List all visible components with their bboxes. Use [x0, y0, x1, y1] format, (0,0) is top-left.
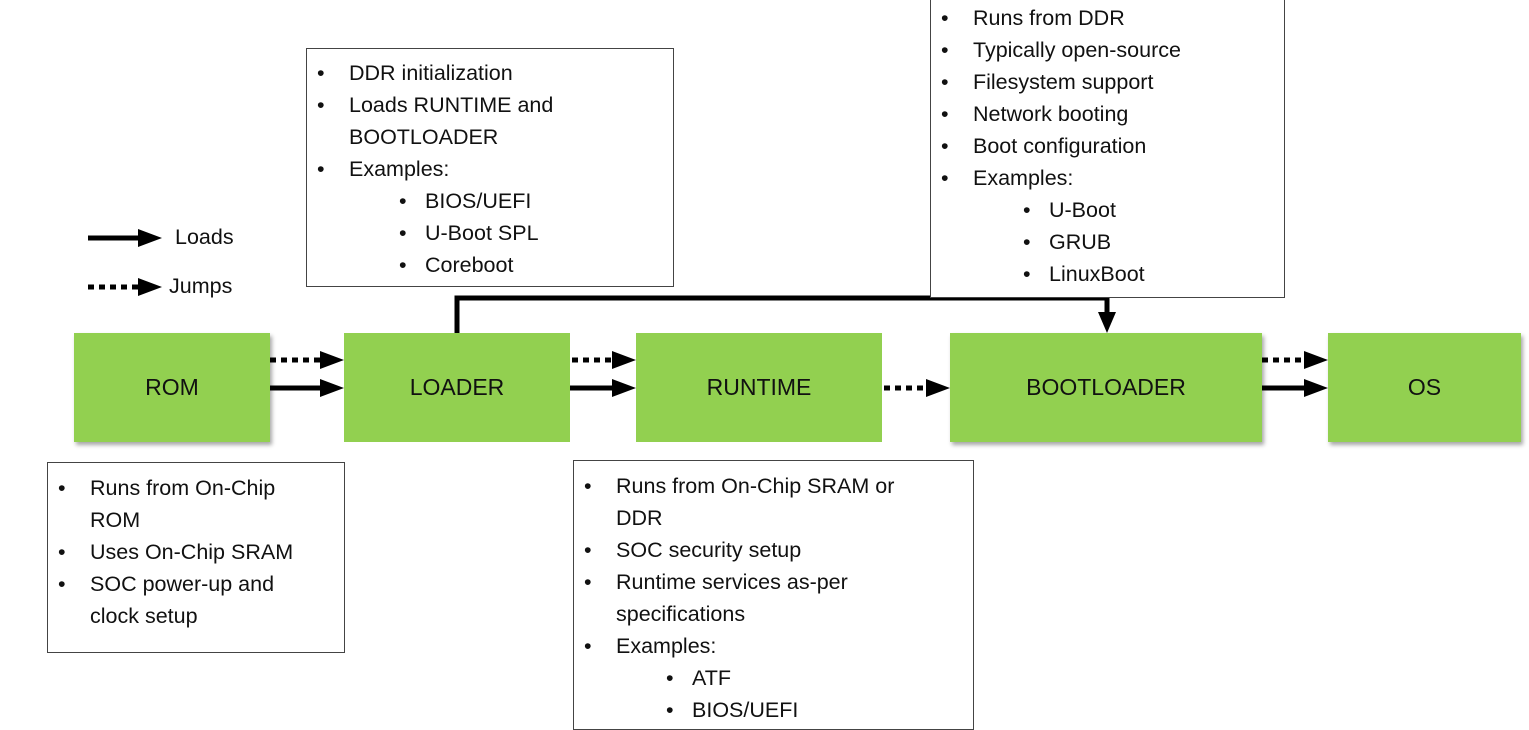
stage-loader-label: LOADER	[409, 374, 505, 400]
note-bootloader: Runs from DDR Typically open-source File…	[930, 0, 1285, 298]
note-rom-item: Uses On-Chip SRAM	[48, 536, 344, 568]
note-loader-example: U-Boot SPL	[307, 217, 673, 249]
note-bootloader-example: GRUB	[931, 226, 1284, 258]
note-runtime-item: SOC security setup	[574, 534, 973, 566]
boot-flow-diagram: Loads Jumps ROM LOADER RUNTIME BOOTLOADE…	[0, 0, 1529, 730]
note-loader-item: Examples:	[307, 153, 673, 185]
arrow-loader-runtime-jumps	[572, 351, 636, 369]
note-bootloader-item: Examples:	[931, 162, 1284, 194]
arrow-bootloader-os-jumps	[1262, 351, 1328, 369]
note-runtime: Runs from On-Chip SRAM or DDR SOC securi…	[573, 460, 974, 730]
note-bootloader-example: U-Boot	[931, 194, 1284, 226]
note-loader-example: Coreboot	[307, 249, 673, 281]
note-rom: Runs from On-Chip ROM Uses On-Chip SRAM …	[47, 462, 345, 653]
arrow-loader-runtime-loads	[570, 379, 636, 397]
stage-runtime-label: RUNTIME	[706, 374, 812, 400]
stage-rom-label: ROM	[145, 374, 199, 400]
note-rom-item: SOC power-up and clock setup	[48, 568, 344, 632]
stage-bootloader: BOOTLOADER	[950, 333, 1262, 442]
note-bootloader-item: Runs from DDR	[931, 2, 1284, 34]
arrow-rom-loader-jumps	[270, 351, 344, 369]
arrow-loader-bootloader-loads	[454, 295, 1116, 333]
note-bootloader-item: Network booting	[931, 98, 1284, 130]
note-bootloader-item: Filesystem support	[931, 66, 1284, 98]
arrow-rom-loader-loads	[270, 379, 344, 397]
stage-runtime: RUNTIME	[636, 333, 882, 442]
stage-bootloader-label: BOOTLOADER	[1026, 374, 1186, 400]
stage-loader: LOADER	[344, 333, 570, 442]
note-bootloader-example: LinuxBoot	[931, 258, 1284, 290]
note-bootloader-item: Boot configuration	[931, 130, 1284, 162]
stage-os-label: OS	[1407, 374, 1442, 400]
note-loader: DDR initialization Loads RUNTIME and BOO…	[306, 48, 674, 287]
legend-loads-label: Loads	[175, 225, 234, 249]
note-loader-example: BIOS/UEFI	[307, 185, 673, 217]
legend-loads-arrow	[88, 229, 162, 247]
note-runtime-item: Runtime services as-per specifications	[574, 566, 973, 630]
note-runtime-example: ATF	[574, 662, 973, 694]
stage-os: OS	[1328, 333, 1521, 442]
note-bootloader-item: Typically open-source	[931, 34, 1284, 66]
legend-jumps-label: Jumps	[169, 274, 233, 298]
note-runtime-example: BIOS/UEFI	[574, 694, 973, 726]
note-loader-item: DDR initialization	[307, 57, 673, 89]
arrow-bootloader-os-loads	[1262, 379, 1328, 397]
note-loader-item: Loads RUNTIME and BOOTLOADER	[307, 89, 673, 153]
legend-jumps-arrow	[88, 278, 162, 296]
arrow-runtime-bootloader-jumps	[884, 379, 950, 397]
stage-rom: ROM	[74, 333, 270, 442]
note-runtime-item: Examples:	[574, 630, 973, 662]
note-runtime-item: Runs from On-Chip SRAM or DDR	[574, 470, 973, 534]
note-rom-item: Runs from On-Chip ROM	[48, 472, 344, 536]
